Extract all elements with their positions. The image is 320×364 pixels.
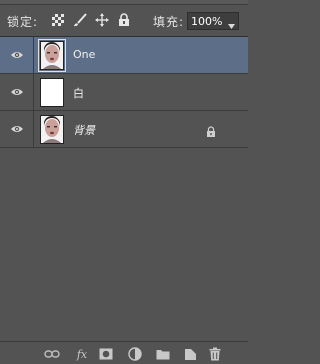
fill-opacity-field[interactable]: 100% xyxy=(187,12,239,30)
eye-icon[interactable] xyxy=(0,74,34,110)
layers-bottom-toolbar: fx xyxy=(0,341,248,364)
lock-transparent-pixels-icon[interactable] xyxy=(51,13,65,27)
lock-bar: 锁定: 填充: 100% xyxy=(0,6,248,37)
panel-top-strip xyxy=(0,0,248,5)
link-icon[interactable] xyxy=(44,347,60,361)
layer-thumbnail xyxy=(38,39,66,72)
lock-label: 锁定: xyxy=(7,15,39,29)
layer-thumbnail xyxy=(40,78,64,107)
fill-label: 填充: xyxy=(153,15,185,29)
layer-name[interactable]: 背景 xyxy=(73,122,95,138)
layer-row-white[interactable]: 白 xyxy=(0,74,248,111)
trash-icon[interactable] xyxy=(208,347,222,361)
layers-panel: 锁定: 填充: 100% One 白 背景 fx xyxy=(0,0,248,364)
layer-name[interactable]: 白 xyxy=(73,85,84,101)
lock-position-move-icon[interactable] xyxy=(95,13,109,27)
fx-icon[interactable]: fx xyxy=(72,347,92,361)
layer-row-background[interactable]: 背景 xyxy=(0,111,248,148)
fill-value: 100% xyxy=(191,15,223,28)
lock-all-padlock-icon[interactable] xyxy=(117,13,131,27)
eye-icon[interactable] xyxy=(0,111,34,147)
folder-icon[interactable] xyxy=(156,347,170,361)
triangle-down-icon[interactable] xyxy=(227,16,236,29)
lock-image-pixels-brush-icon[interactable] xyxy=(73,13,87,27)
adjustment-icon[interactable] xyxy=(128,347,142,361)
layer-name[interactable]: One xyxy=(73,48,95,61)
padlock-icon xyxy=(206,123,216,137)
new-layer-icon[interactable] xyxy=(183,347,197,361)
eye-icon[interactable] xyxy=(0,37,34,73)
mask-icon[interactable] xyxy=(99,347,113,361)
fx-label: fx xyxy=(76,347,88,361)
layer-thumbnail xyxy=(40,115,64,144)
layer-row-one[interactable]: One xyxy=(0,37,248,74)
layers-list: One 白 背景 xyxy=(0,37,248,148)
